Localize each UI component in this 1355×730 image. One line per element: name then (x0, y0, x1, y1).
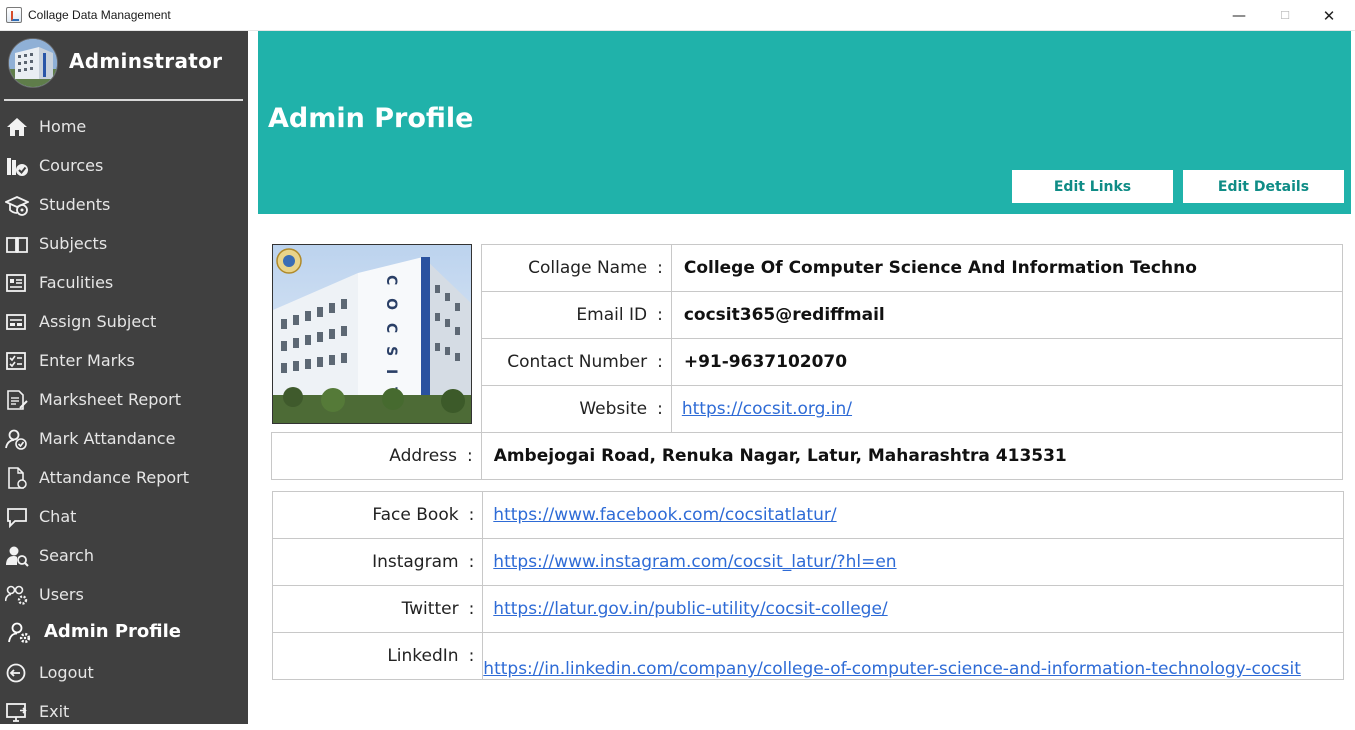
edit-details-button[interactable]: Edit Details (1183, 170, 1344, 203)
sidebar-divider (4, 99, 243, 101)
college-info-table: Collage Name: College Of Computer Scienc… (481, 244, 1344, 433)
instagram-label: Instagram: (271, 538, 484, 586)
twitter-cell: https://latur.gov.in/public-utility/cocs… (482, 585, 1344, 633)
admin-avatar (8, 38, 58, 88)
sidebar-item-label: Marksheet Report (39, 390, 182, 409)
table-row: Face Book: https://www.facebook.com/cocs… (271, 491, 1344, 539)
collage-name-value: College Of Computer Science And Informat… (670, 244, 1344, 292)
collage-name-label: Collage Name: (481, 244, 672, 292)
sidebar-item-label: Chat (39, 507, 77, 526)
sidebar-item-students[interactable]: Students (0, 187, 248, 223)
social-links-table: Face Book: https://www.facebook.com/cocs… (271, 491, 1344, 680)
maximize-button[interactable]: ☐ (1262, 0, 1308, 31)
sidebar-item-faculities[interactable]: Faculities (0, 265, 248, 301)
twitter-link[interactable]: https://latur.gov.in/public-utility/cocs… (493, 599, 887, 619)
sidebar-item-label: Exit (39, 702, 70, 721)
sidebar-item-subjects[interactable]: Subjects (0, 226, 248, 262)
table-row: Instagram: https://www.instagram.com/coc… (271, 538, 1344, 586)
report-icon (5, 389, 29, 411)
table-row: Address: Ambejogai Road, Renuka Nagar, L… (271, 432, 1344, 480)
exit-icon (5, 701, 29, 723)
open-book-icon (5, 233, 29, 255)
sidebar-item-label: Faculities (39, 273, 114, 292)
java-app-icon (6, 7, 22, 23)
college-photo: C O C S I T (272, 244, 472, 424)
website-link[interactable]: https://cocsit.org.in/ (682, 399, 852, 419)
website-label: Website: (481, 385, 672, 433)
facebook-label: Face Book: (271, 491, 484, 539)
sidebar-item-admin-profile[interactable]: Admin Profile (0, 615, 248, 651)
sidebar-item-users[interactable]: Users (0, 577, 248, 613)
sidebar-item-label: Home (39, 117, 87, 136)
window-titlebar: Collage Data Management — ☐ ✕ (0, 0, 1355, 31)
user-gear-icon (8, 622, 32, 644)
building-sign: C O C S I T (383, 275, 399, 401)
sidebar-item-cources[interactable]: Cources (0, 148, 248, 184)
table-row: Email ID: cocsit365@rediffmail (481, 291, 1344, 339)
sidebar-item-label: Search (39, 546, 94, 565)
sidebar-item-marksheet-report[interactable]: Marksheet Report (0, 382, 248, 418)
sidebar-item-label: Enter Marks (39, 351, 135, 370)
window-title: Collage Data Management (28, 8, 171, 22)
sidebar: Adminstrator Home Cources Students Subje… (0, 31, 248, 724)
user-search-icon (5, 545, 29, 567)
sidebar-item-attandance-report[interactable]: Attandance Report (0, 460, 248, 496)
website-cell: https://cocsit.org.in/ (670, 385, 1344, 433)
minimize-button[interactable]: — (1216, 0, 1262, 31)
linkedin-link[interactable]: https://in.linkedin.com/company/college-… (484, 659, 1301, 679)
contact-label: Contact Number: (481, 338, 672, 386)
id-card-icon (5, 272, 29, 294)
graduation-cap-icon (3, 194, 31, 216)
edit-links-button[interactable]: Edit Links (1012, 170, 1173, 203)
sidebar-item-home[interactable]: Home (0, 109, 248, 145)
sidebar-item-enter-marks[interactable]: Enter Marks (0, 343, 248, 379)
sidebar-item-chat[interactable]: Chat (0, 499, 248, 535)
linkedin-cell: https://in.linkedin.com/company/college-… (482, 632, 1344, 680)
table-row: Website: https://cocsit.org.in/ (481, 385, 1344, 433)
books-icon (5, 155, 29, 177)
page-header: Admin Profile Edit Links Edit Details (258, 31, 1351, 214)
sidebar-item-logout[interactable]: Logout (0, 655, 248, 691)
sidebar-item-exit[interactable]: Exit (0, 694, 248, 730)
instagram-link[interactable]: https://www.instagram.com/cocsit_latur/?… (493, 552, 896, 572)
sidebar-item-assign-subject[interactable]: Assign Subject (0, 304, 248, 340)
sidebar-item-label: Assign Subject (39, 312, 157, 331)
home-icon (5, 116, 29, 138)
table-row: Contact Number: +91-9637102070 (481, 338, 1344, 386)
sidebar-item-search[interactable]: Search (0, 538, 248, 574)
sidebar-item-label: Students (39, 195, 111, 214)
twitter-label: Twitter: (271, 585, 484, 633)
sidebar-item-mark-attandance[interactable]: Mark Attandance (0, 421, 248, 457)
close-button[interactable]: ✕ (1306, 0, 1352, 31)
assign-icon (5, 311, 29, 333)
sidebar-item-label: Users (39, 585, 84, 604)
email-label: Email ID: (481, 291, 672, 339)
sidebar-item-label: Attandance Report (39, 468, 190, 487)
user-check-icon (5, 428, 29, 450)
contact-value: +91-9637102070 (670, 338, 1344, 386)
sidebar-item-label: Cources (39, 156, 104, 175)
sidebar-item-label: Mark Attandance (39, 429, 176, 448)
facebook-cell: https://www.facebook.com/cocsitatlatur/ (482, 491, 1344, 539)
document-icon (5, 467, 29, 489)
sidebar-item-label: Logout (39, 663, 94, 682)
users-gear-icon (4, 584, 29, 606)
address-value: Ambejogai Road, Renuka Nagar, Latur, Mah… (480, 432, 1344, 480)
table-row: Twitter: https://latur.gov.in/public-uti… (271, 585, 1344, 633)
chat-icon (5, 506, 29, 529)
facebook-link[interactable]: https://www.facebook.com/cocsitatlatur/ (493, 505, 836, 525)
sidebar-title: Adminstrator (69, 49, 223, 73)
checklist-icon (5, 350, 29, 372)
page-title: Admin Profile (268, 103, 474, 134)
logout-icon (5, 662, 29, 684)
table-row: LinkedIn: https://in.linkedin.com/compan… (271, 632, 1344, 680)
table-row: Collage Name: College Of Computer Scienc… (481, 244, 1344, 292)
sidebar-item-label: Subjects (39, 234, 108, 253)
linkedin-label: LinkedIn: (271, 632, 484, 680)
sidebar-item-label: Admin Profile (44, 621, 181, 642)
instagram-cell: https://www.instagram.com/cocsit_latur/?… (482, 538, 1344, 586)
email-value: cocsit365@rediffmail (670, 291, 1344, 339)
address-label: Address: (271, 432, 482, 480)
address-table: Address: Ambejogai Road, Renuka Nagar, L… (271, 432, 1344, 480)
